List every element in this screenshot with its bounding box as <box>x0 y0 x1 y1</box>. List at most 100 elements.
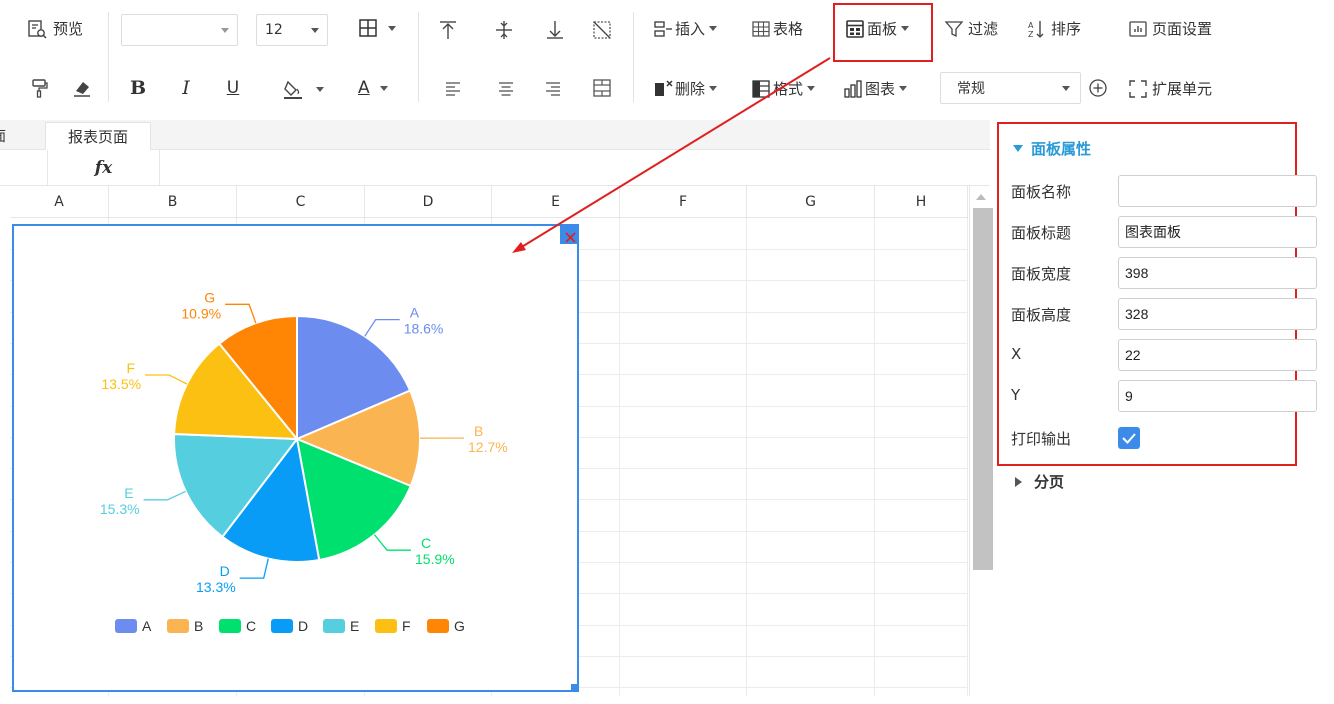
label-leader-line-g <box>225 303 257 324</box>
panel-height-input[interactable]: 328 <box>1118 298 1317 330</box>
delete-cells-icon <box>655 80 673 96</box>
filter-button[interactable]: 过滤 <box>944 18 998 39</box>
column-header-f[interactable]: F <box>620 186 747 218</box>
formula-input[interactable] <box>161 152 971 184</box>
column-header-c[interactable]: C <box>237 186 365 218</box>
legend-label-f[interactable]: F <box>402 618 411 634</box>
paging-section-header[interactable]: 分页 <box>1015 471 1064 492</box>
collapse-caret-icon <box>1015 476 1022 487</box>
panel-name-label: 面板名称 <box>1011 183 1072 201</box>
scrollbar-thumb[interactable] <box>973 208 993 570</box>
panel-y-input[interactable]: 9 <box>1118 380 1317 412</box>
bold-button[interactable]: B <box>126 76 150 100</box>
underline-button[interactable]: U <box>221 76 245 100</box>
sheet-tab-report-page[interactable]: 报表页面 <box>45 122 151 150</box>
font-size-select[interactable]: 12 <box>256 14 328 46</box>
toolbar-divider <box>633 12 634 102</box>
align-middle-button[interactable] <box>492 18 516 42</box>
sort-button[interactable]: AZ 排序 <box>1027 18 1081 39</box>
legend-label-d[interactable]: D <box>298 618 308 634</box>
number-format-select[interactable]: 常规 <box>940 72 1081 104</box>
legend-swatch-e[interactable] <box>323 619 345 633</box>
legend-swatch-a[interactable] <box>115 619 137 633</box>
column-header-b[interactable]: B <box>109 186 237 218</box>
panel-width-input[interactable]: 398 <box>1118 257 1317 289</box>
slice-category-label: F <box>127 360 136 376</box>
sheet-tab-prev-label: 面 <box>0 129 6 145</box>
filter-label: 过滤 <box>968 20 999 38</box>
border-button[interactable] <box>358 18 396 38</box>
format-cells-icon <box>752 79 770 98</box>
column-header-a[interactable]: A <box>10 186 109 218</box>
panel-y-label: Y <box>1011 386 1021 404</box>
add-format-button[interactable] <box>1086 76 1110 100</box>
diagonal-line-button[interactable] <box>590 18 614 42</box>
font-family-select[interactable] <box>121 14 238 46</box>
legend-label-a[interactable]: A <box>142 618 152 634</box>
legend-label-g[interactable]: G <box>454 618 465 634</box>
panel-resize-handle[interactable] <box>571 684 579 692</box>
align-left-button[interactable] <box>441 76 465 100</box>
panel-x-input[interactable]: 22 <box>1118 339 1317 371</box>
panel-title-label: 面板标题 <box>1011 224 1072 242</box>
diagonal-cell-icon <box>593 21 611 39</box>
panel-height-label: 面板高度 <box>1011 306 1072 324</box>
italic-button[interactable]: I <box>174 76 198 100</box>
scroll-up-icon[interactable] <box>976 194 986 200</box>
align-top-button[interactable] <box>436 18 460 42</box>
align-bottom-button[interactable] <box>543 18 567 42</box>
align-right-button[interactable] <box>541 76 565 100</box>
fill-color-button[interactable] <box>282 78 324 100</box>
panel-button[interactable]: 面板 <box>845 18 910 39</box>
slice-percent-label: 12.7% <box>468 439 508 455</box>
toolbar-divider <box>108 12 109 102</box>
legend-label-e[interactable]: E <box>350 618 359 634</box>
table-button[interactable]: 表格 <box>751 18 803 39</box>
clear-format-button[interactable] <box>70 76 94 100</box>
label-leader-line-e <box>143 490 186 501</box>
slice-category-label: C <box>421 535 431 551</box>
legend-label-b[interactable]: B <box>194 618 203 634</box>
column-header-d[interactable]: D <box>365 186 492 218</box>
align-top-icon <box>440 21 456 39</box>
expand-cell-button[interactable]: 扩展单元 <box>1128 78 1212 99</box>
column-header-e[interactable]: E <box>492 186 620 218</box>
chart-panel[interactable]: A 18.6% B 12.7% C 15.9% D 13.3% E 15.3% F 13.5% G 10.… <box>12 224 579 692</box>
toolbar-divider <box>418 12 419 102</box>
font-color-button[interactable]: A <box>358 78 388 98</box>
insert-button[interactable]: 插入 <box>653 18 718 39</box>
svg-text:A: A <box>1028 21 1034 30</box>
chart-button[interactable]: 图表 <box>843 78 908 99</box>
merge-cells-button[interactable] <box>590 76 614 100</box>
chevron-down-icon <box>388 25 396 31</box>
slice-category-label: B <box>474 423 483 439</box>
slice-percent-label: 15.3% <box>100 501 140 517</box>
page-setup-button[interactable]: 页面设置 <box>1128 18 1212 39</box>
legend-swatch-g[interactable] <box>427 619 449 633</box>
chevron-down-icon <box>221 27 229 33</box>
sheet-tab-prev[interactable]: 面 <box>0 124 14 150</box>
legend-label-c[interactable]: C <box>246 618 256 634</box>
legend-swatch-b[interactable] <box>167 619 189 633</box>
column-header-g[interactable]: G <box>747 186 875 218</box>
panel-title-input[interactable]: 图表面板 <box>1118 216 1317 248</box>
panel-close-button[interactable] <box>560 224 579 244</box>
print-output-checkbox[interactable] <box>1118 427 1140 449</box>
fx-button[interactable]: fx <box>47 150 160 186</box>
panel-name-input[interactable] <box>1118 175 1317 207</box>
legend-swatch-c[interactable] <box>219 619 241 633</box>
expand-icon <box>1129 79 1147 98</box>
slice-percent-label: 18.6% <box>404 321 444 337</box>
legend-swatch-d[interactable] <box>271 619 293 633</box>
delete-label: 删除 <box>675 80 706 98</box>
insert-icon <box>654 20 672 37</box>
format-button[interactable]: 格式 <box>751 78 816 99</box>
align-center-button[interactable] <box>494 76 518 100</box>
preview-button[interactable]: 预览 <box>27 18 83 39</box>
panel-properties-header[interactable]: 面板属性 <box>1013 138 1091 159</box>
chevron-down-icon <box>899 86 908 91</box>
column-header-h[interactable]: H <box>875 186 968 218</box>
format-painter-button[interactable] <box>28 76 52 100</box>
legend-swatch-f[interactable] <box>375 619 397 633</box>
delete-button[interactable]: 删除 <box>653 78 718 99</box>
